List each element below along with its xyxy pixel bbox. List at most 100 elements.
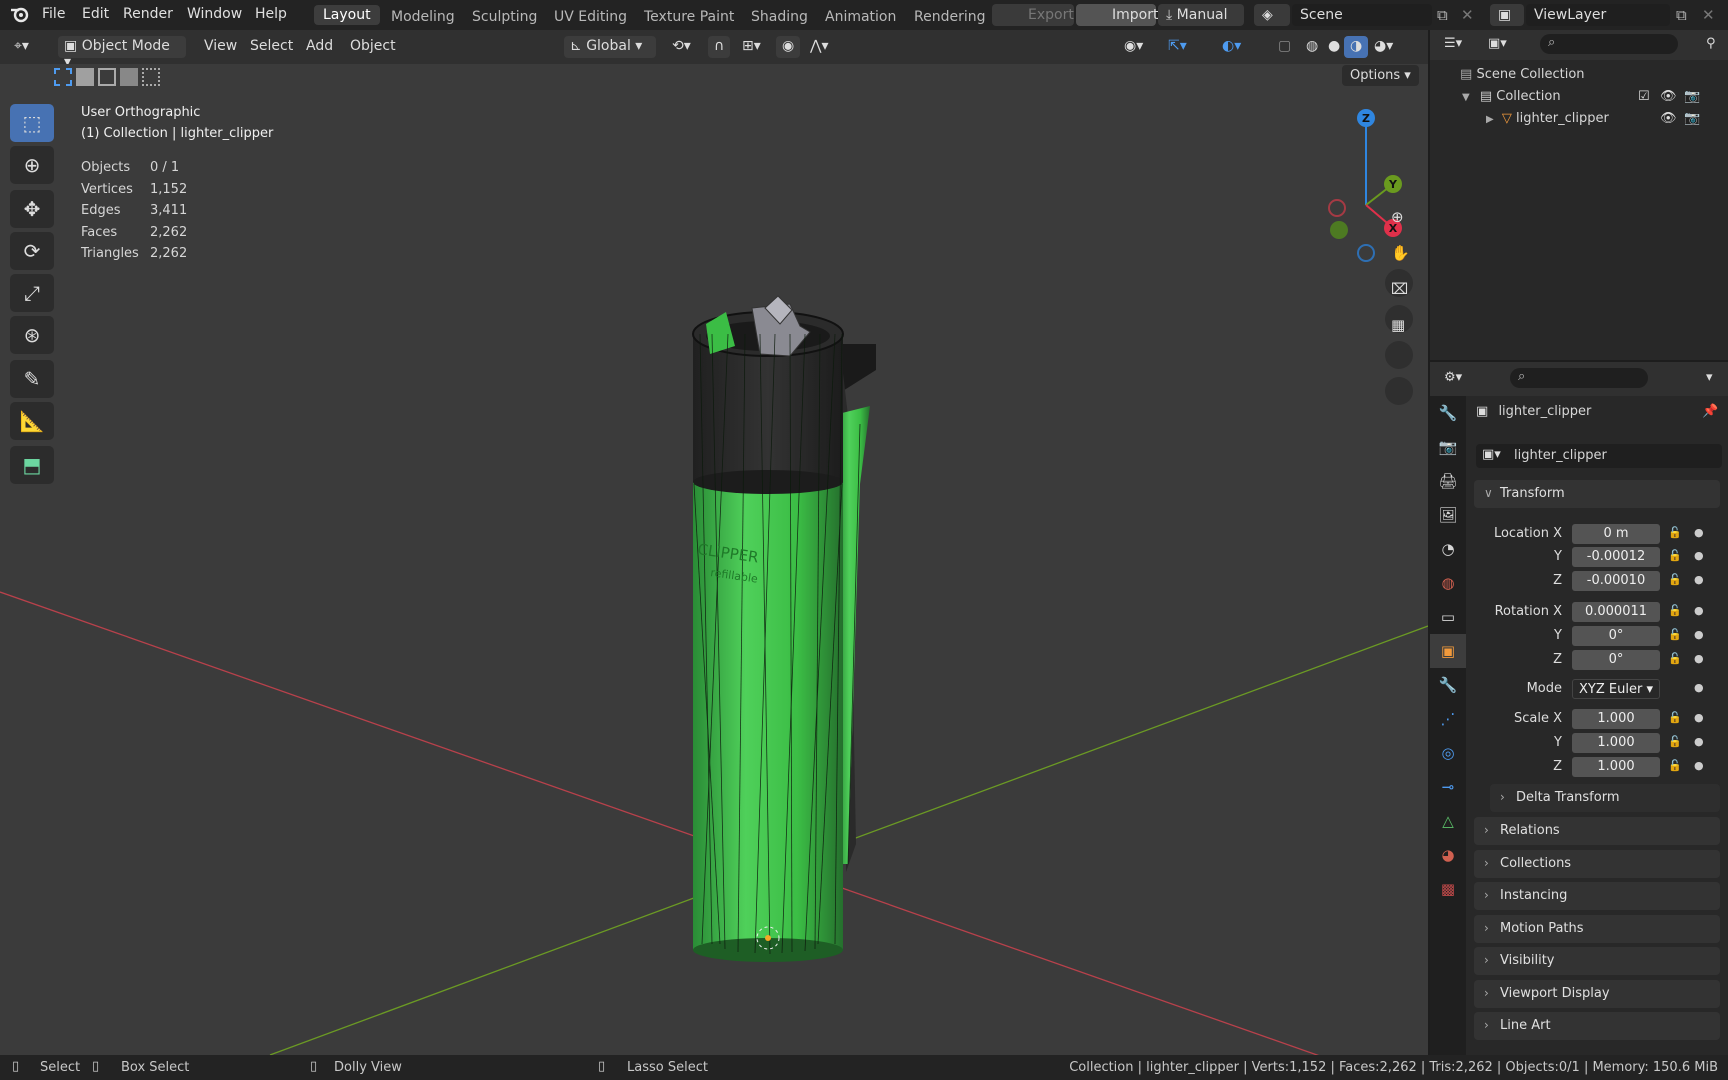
rotation-mode-dropdown[interactable]: XYZ Euler ▾	[1572, 679, 1660, 699]
3d-viewport[interactable]: CLIPPER refillable Z Y X ⊕ ✋ ⌧ ▦ Options	[0, 64, 1428, 1055]
select-subtract-icon[interactable]	[98, 68, 116, 86]
editor-type-icon[interactable]: ⌖▾	[8, 36, 35, 58]
menu-select[interactable]: Select	[244, 36, 299, 58]
select-box-tool-icon[interactable]: ⬚	[10, 104, 54, 142]
world-tab-icon[interactable]: ◍	[1430, 566, 1466, 600]
material-shading-icon[interactable]: ◑	[1344, 36, 1369, 58]
camera-icon[interactable]: ⌧	[1391, 280, 1408, 298]
outliner-search-input[interactable]: ⌕	[1540, 34, 1678, 54]
select-invert-icon[interactable]	[120, 68, 138, 86]
export-button[interactable]: Export	[992, 4, 1074, 26]
location-x-field[interactable]: 0 m	[1572, 524, 1660, 544]
lock-icon[interactable]: 🔓	[1668, 604, 1682, 617]
properties-search-input[interactable]: ⌕	[1510, 368, 1648, 388]
new-scene-icon[interactable]: ⧉	[1437, 6, 1448, 24]
rotate-tool-icon[interactable]: ⟳	[10, 232, 54, 270]
tab-texture-paint[interactable]: Texture Paint	[644, 9, 734, 25]
annotate-tool-icon[interactable]: ✎	[10, 360, 54, 398]
select-mode-buttons[interactable]	[54, 68, 160, 86]
rendered-shading-icon[interactable]: ◕▾	[1368, 36, 1399, 58]
object-name-field[interactable]: ▣▾ lighter_clipper	[1476, 444, 1722, 468]
solid-shading-icon[interactable]: ●	[1322, 36, 1346, 58]
delta-transform-section[interactable]: › Delta Transform	[1490, 784, 1720, 812]
transform-tool-icon[interactable]: ⊛	[10, 316, 54, 354]
data-tab-icon[interactable]: △	[1430, 804, 1466, 838]
location-y-field[interactable]: -0.00012	[1572, 547, 1660, 567]
pivot-icon[interactable]: ⟲▾	[666, 36, 697, 58]
lock-icon[interactable]: 🔓	[1668, 549, 1682, 562]
menu-render[interactable]: Render	[123, 6, 173, 22]
delete-view-layer-icon[interactable]: ✕	[1702, 6, 1715, 24]
grid-icon[interactable]: ▦	[1391, 316, 1405, 334]
gizmo-toggle-icon[interactable]: ⇱▾	[1162, 36, 1193, 58]
manual-button[interactable]: ⤓ Manual	[1158, 4, 1244, 26]
particles-tab-icon[interactable]: ⋰	[1430, 702, 1466, 736]
lock-icon[interactable]: 🔓	[1668, 526, 1682, 539]
lock-icon[interactable]: 🔓	[1668, 652, 1682, 665]
view-layer-tab-icon[interactable]: 🖼	[1430, 498, 1466, 532]
tab-animation[interactable]: Animation	[825, 9, 896, 25]
pin-icon[interactable]: 📌	[1702, 404, 1718, 419]
object-name-input[interactable]: lighter_clipper	[1514, 448, 1607, 463]
constraints-tab-icon[interactable]: ⊸	[1430, 770, 1466, 804]
import-button[interactable]: Import	[1076, 4, 1158, 26]
proportional-edit-icon[interactable]: ◉	[776, 36, 801, 58]
rotation-x-field[interactable]: 0.000011	[1572, 602, 1660, 622]
rotation-z-field[interactable]: 0°	[1572, 650, 1660, 670]
motion-paths-section[interactable]: › Motion Paths	[1474, 915, 1720, 943]
filter-icon[interactable]: ⚲	[1706, 36, 1716, 51]
keyframe-dot-icon[interactable]: ●	[1694, 628, 1704, 641]
collections-section[interactable]: › Collections	[1474, 850, 1720, 878]
keyframe-dot-icon[interactable]: ●	[1694, 573, 1704, 586]
lock-icon[interactable]: 🔓	[1668, 759, 1682, 772]
menu-file[interactable]: File	[42, 6, 65, 22]
expand-icon[interactable]: ▶	[1486, 114, 1494, 125]
menu-view[interactable]: View	[198, 36, 243, 58]
instancing-section[interactable]: › Instancing	[1474, 882, 1720, 910]
lock-icon[interactable]: 🔓	[1668, 573, 1682, 586]
visibility-icon[interactable]: ◉▾	[1118, 36, 1149, 58]
eye-icon[interactable]: 👁	[1660, 89, 1677, 104]
scale-y-field[interactable]: 1.000	[1572, 733, 1660, 753]
lighter-model[interactable]: CLIPPER refillable	[692, 295, 876, 962]
select-new-icon[interactable]	[54, 68, 72, 86]
select-intersect-icon[interactable]	[142, 68, 160, 86]
material-tab-icon[interactable]: ◕	[1430, 838, 1466, 872]
properties-editor-icon[interactable]: ⚙▾	[1444, 370, 1462, 385]
keyframe-dot-icon[interactable]: ●	[1694, 735, 1704, 748]
cursor-tool-icon[interactable]: ⊕	[10, 146, 54, 184]
visibility-section[interactable]: › Visibility	[1474, 947, 1720, 975]
keyframe-dot-icon[interactable]: ●	[1694, 711, 1704, 724]
lock-icon[interactable]: 🔓	[1668, 735, 1682, 748]
tab-modeling[interactable]: Modeling	[391, 9, 455, 25]
outliner-scene-collection[interactable]: ▤ Scene Collection	[1460, 67, 1585, 82]
lock-icon[interactable]: 🔓	[1668, 711, 1682, 724]
keyframe-dot-icon[interactable]: ●	[1694, 549, 1704, 562]
tab-uv-editing[interactable]: UV Editing	[554, 9, 627, 25]
outliner-filter-mode-icon[interactable]: ▣▾	[1488, 36, 1507, 51]
properties-options-icon[interactable]: ▾	[1706, 370, 1713, 385]
overlays-toggle-icon[interactable]: ◐▾	[1216, 36, 1247, 58]
navigation-gizmo[interactable]: Z Y X	[1328, 109, 1402, 262]
zoom-icon[interactable]: ⊕	[1391, 208, 1404, 226]
pan-hand-icon[interactable]: ✋	[1391, 244, 1410, 262]
scene-tab-icon[interactable]: ◔	[1430, 532, 1466, 566]
mode-selector[interactable]: ▣ Object Mode ▾	[58, 36, 186, 70]
camera-render-icon[interactable]: 📷	[1684, 111, 1700, 126]
keyframe-dot-icon[interactable]: ●	[1694, 681, 1704, 694]
scale-x-field[interactable]: 1.000	[1572, 709, 1660, 729]
transform-section-header[interactable]: ∨ Transform	[1474, 480, 1720, 508]
outliner-object-row[interactable]: ▶ ▽ lighter_clipper 👁 📷	[1486, 111, 1722, 126]
viewport-display-section[interactable]: › Viewport Display	[1474, 980, 1720, 1008]
orientation-selector[interactable]: ⊾ Global ▾	[564, 36, 656, 58]
collection-tab-icon[interactable]: ▭	[1430, 600, 1466, 634]
output-tab-icon[interactable]: 🖨	[1430, 464, 1466, 498]
options-dropdown[interactable]: Options ▾	[1342, 65, 1419, 86]
add-cube-tool-icon[interactable]: ⬒	[10, 446, 54, 484]
snap-target-icon[interactable]: ⊞▾	[736, 36, 767, 58]
select-extend-icon[interactable]	[76, 68, 94, 86]
scale-tool-icon[interactable]: ⤢	[10, 274, 54, 312]
tab-sculpting[interactable]: Sculpting	[472, 9, 537, 25]
lock-icon[interactable]: 🔓	[1668, 628, 1682, 641]
texture-tab-icon[interactable]: ▩	[1430, 872, 1466, 906]
